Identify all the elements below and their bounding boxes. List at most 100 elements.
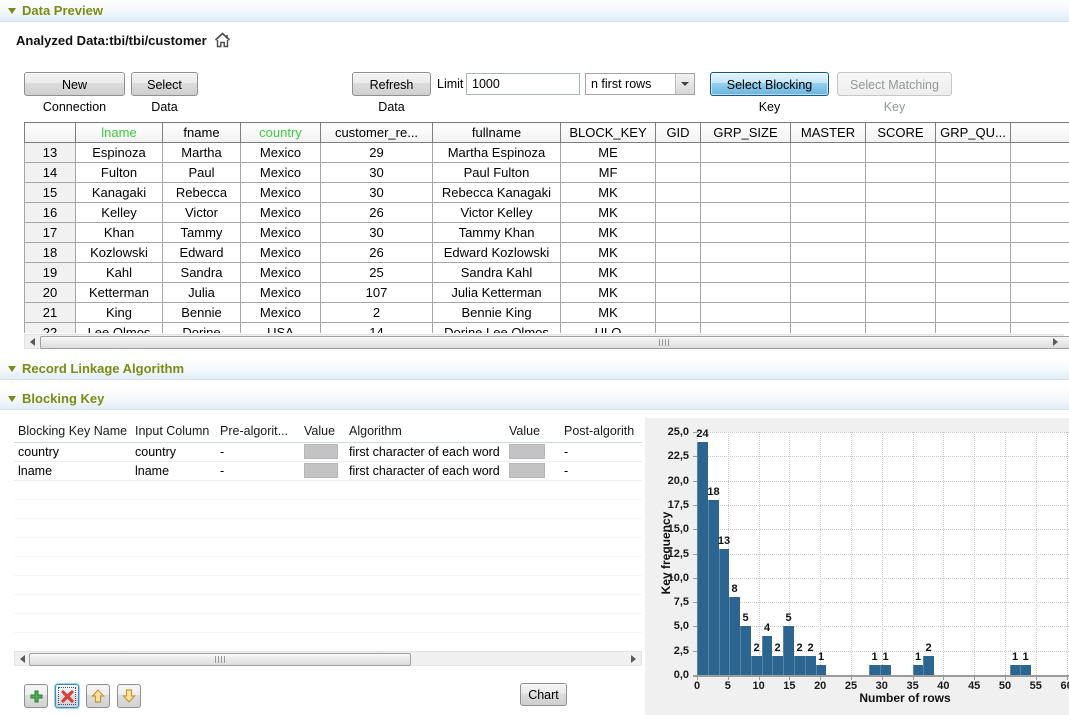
section-record-linkage[interactable]: Record Linkage Algorithm <box>0 358 1069 380</box>
move-up-button[interactable] <box>86 684 110 708</box>
data-cell[interactable] <box>866 203 936 223</box>
blocking-key-row[interactable]: lnamelname-first character of each word- <box>14 461 642 480</box>
data-cell[interactable] <box>936 323 1011 334</box>
limit-input[interactable] <box>466 73 580 95</box>
input-column-cell[interactable]: country <box>131 442 216 461</box>
data-cell[interactable]: Dorine Lee Olmos <box>433 323 561 334</box>
row-number-cell[interactable]: 18 <box>25 243 76 263</box>
data-cell[interactable] <box>791 243 866 263</box>
data-cell[interactable]: Tammy <box>163 223 241 243</box>
data-cell[interactable] <box>791 263 866 283</box>
data-cell[interactable] <box>936 183 1011 203</box>
data-cell[interactable] <box>701 243 791 263</box>
data-cell[interactable]: MK <box>561 263 656 283</box>
data-cell[interactable] <box>866 263 936 283</box>
data-cell[interactable]: Mexico <box>241 183 321 203</box>
data-cell[interactable]: Paul <box>163 163 241 183</box>
row-number-cell[interactable]: 22 <box>25 323 76 334</box>
data-cell[interactable]: ME <box>561 143 656 163</box>
data-cell[interactable]: 30 <box>321 163 433 183</box>
pre-value-cell[interactable] <box>300 461 345 480</box>
bk-column-header-input-column[interactable]: Input Column <box>131 420 216 442</box>
data-cell[interactable] <box>1011 163 1069 183</box>
data-cell[interactable] <box>936 303 1011 323</box>
data-cell[interactable] <box>1011 283 1069 303</box>
column-header-fname[interactable]: fname <box>163 123 241 143</box>
post-algorithm-cell[interactable]: - <box>560 442 642 461</box>
data-cell[interactable] <box>791 143 866 163</box>
data-cell[interactable]: 30 <box>321 223 433 243</box>
select-blocking-key-button[interactable]: Select Blocking Key <box>710 72 829 96</box>
move-down-button[interactable] <box>117 684 141 708</box>
table-row[interactable]: 19KahlSandraMexico25Sandra KahlMK <box>25 263 1069 283</box>
data-cell[interactable]: Mexico <box>241 203 321 223</box>
data-cell[interactable] <box>791 223 866 243</box>
data-cell[interactable] <box>656 223 701 243</box>
table-row[interactable]: 18KozlowskiEdwardMexico26Edward Kozlowsk… <box>25 243 1069 263</box>
data-cell[interactable] <box>791 203 866 223</box>
data-cell[interactable]: Sandra <box>163 263 241 283</box>
data-cell[interactable] <box>1011 183 1069 203</box>
row-number-cell[interactable]: 15 <box>25 183 76 203</box>
data-cell[interactable] <box>791 323 866 334</box>
blocking-key-name-cell[interactable]: country <box>14 442 131 461</box>
hscrollbar-blocking-table[interactable] <box>14 651 642 666</box>
data-cell[interactable]: Martha Espinoza <box>433 143 561 163</box>
data-cell[interactable]: Sandra Kahl <box>433 263 561 283</box>
data-cell[interactable]: Kozlowski <box>76 243 163 263</box>
table-row[interactable]: 20KettermanJuliaMexico107Julia Ketterman… <box>25 283 1069 303</box>
bk-column-header-pre-algorit-[interactable]: Pre-algorit... <box>216 420 300 442</box>
row-number-cell[interactable]: 16 <box>25 203 76 223</box>
data-cell[interactable] <box>656 283 701 303</box>
column-header-country[interactable]: country <box>241 123 321 143</box>
data-cell[interactable]: 26 <box>321 203 433 223</box>
data-cell[interactable]: 25 <box>321 263 433 283</box>
data-cell[interactable]: 30 <box>321 183 433 203</box>
section-blocking-key[interactable]: Blocking Key <box>0 388 1069 410</box>
data-cell[interactable]: King <box>76 303 163 323</box>
data-cell[interactable]: Edward Kozlowski <box>433 243 561 263</box>
data-cell[interactable]: ULO <box>561 323 656 334</box>
data-cell[interactable] <box>701 263 791 283</box>
scroll-right-button[interactable] <box>1048 335 1063 348</box>
data-cell[interactable] <box>1011 303 1069 323</box>
data-cell[interactable]: Fulton <box>76 163 163 183</box>
table-row[interactable]: 16KelleyVictorMexico26Victor KelleyMK <box>25 203 1069 223</box>
column-header-GRP_QU...[interactable]: GRP_QU... <box>936 123 1011 143</box>
data-cell[interactable] <box>656 163 701 183</box>
data-cell[interactable]: Mexico <box>241 303 321 323</box>
data-cell[interactable]: Rebecca Kanagaki <box>433 183 561 203</box>
data-cell[interactable]: Martha <box>163 143 241 163</box>
row-number-cell[interactable]: 13 <box>25 143 76 163</box>
algorithm-value-cell[interactable] <box>505 461 560 480</box>
data-cell[interactable]: Khan <box>76 223 163 243</box>
data-cell[interactable]: MK <box>561 183 656 203</box>
data-cell[interactable]: Bennie King <box>433 303 561 323</box>
column-header-SCORE[interactable]: SCORE <box>866 123 936 143</box>
select-matching-key-button[interactable]: Select Matching Key <box>837 72 952 96</box>
data-cell[interactable]: 29 <box>321 143 433 163</box>
data-cell[interactable]: Victor Kelley <box>433 203 561 223</box>
data-cell[interactable] <box>866 303 936 323</box>
data-cell[interactable]: MK <box>561 203 656 223</box>
data-cell[interactable] <box>791 183 866 203</box>
data-cell[interactable] <box>656 323 701 334</box>
data-cell[interactable]: 2 <box>321 303 433 323</box>
data-cell[interactable]: Julia <box>163 283 241 303</box>
data-cell[interactable] <box>936 223 1011 243</box>
section-data-preview[interactable]: Data Preview <box>0 0 1069 22</box>
data-cell[interactable]: Mexico <box>241 283 321 303</box>
data-cell[interactable] <box>866 163 936 183</box>
data-cell[interactable] <box>866 143 936 163</box>
data-cell[interactable] <box>936 143 1011 163</box>
rows-mode-combo[interactable]: n first rows <box>585 73 695 95</box>
column-header-MASTER[interactable]: MASTER <box>791 123 866 143</box>
data-cell[interactable] <box>656 183 701 203</box>
data-cell[interactable] <box>1011 323 1069 334</box>
data-cell[interactable]: Kahl <box>76 263 163 283</box>
data-cell[interactable]: Paul Fulton <box>433 163 561 183</box>
data-cell[interactable] <box>701 283 791 303</box>
scroll-left-button[interactable] <box>25 335 40 348</box>
bk-column-header-value[interactable]: Value <box>505 420 560 442</box>
data-cell[interactable]: Dorine <box>163 323 241 334</box>
